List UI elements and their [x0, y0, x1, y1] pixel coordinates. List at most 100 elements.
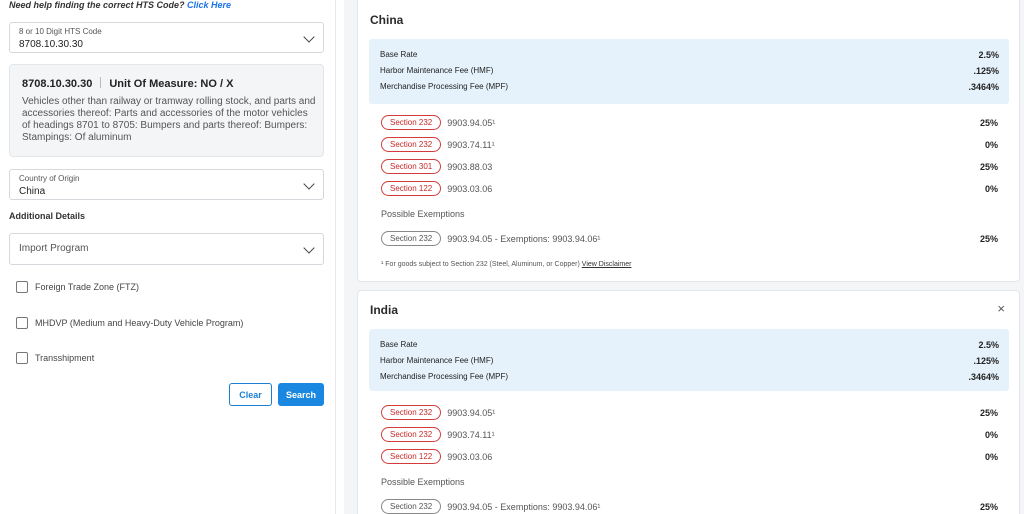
- import-program-placeholder: Import Program: [19, 243, 89, 254]
- mhdvp-checkbox[interactable]: [16, 317, 28, 329]
- results-panel: China Base Rate 2.5% Harbor Maintenance F…: [344, 0, 1024, 514]
- fee-row: Harbor Maintenance Fee (HMF) .125%: [380, 356, 999, 366]
- fee-row: Merchandise Processing Fee (MPF) .3464%: [380, 82, 999, 92]
- fee-name: Base Rate: [380, 340, 418, 349]
- mhdvp-checkbox-row[interactable]: MHDVP (Medium and Heavy-Duty Vehicle Pro…: [16, 317, 243, 329]
- section-badge: Section 232: [381, 405, 442, 420]
- footnote: ¹ For goods subject to Section 232 (Stee…: [381, 261, 631, 268]
- exemption-rate: 25%: [979, 501, 998, 512]
- ftz-checkbox[interactable]: [16, 281, 28, 293]
- close-icon[interactable]: ×: [997, 301, 1005, 316]
- fee-value: .125%: [973, 66, 999, 76]
- transshipment-checkbox-row[interactable]: Transshipment: [16, 352, 94, 364]
- exemption-row: Section 232 9903.94.05 - Exemptions: 990…: [381, 231, 998, 246]
- tariff-rate: 25%: [979, 161, 998, 172]
- view-disclaimer-link[interactable]: View Disclaimer: [582, 261, 632, 268]
- fee-name: Merchandise Processing Fee (MPF): [380, 372, 509, 381]
- tariff-code: 9903.03.06: [447, 183, 493, 194]
- fee-value: .3464%: [968, 372, 999, 382]
- fee-value: 2.5%: [978, 50, 999, 60]
- additional-details-heading: Additional Details: [9, 211, 86, 221]
- exemption-code: 9903.94.05 - Exemptions: 9903.94.06¹: [447, 233, 601, 244]
- fee-value: 2.5%: [978, 340, 999, 350]
- transshipment-label: Transshipment: [35, 353, 95, 363]
- section-badge: Section 232: [381, 137, 442, 152]
- fee-name: Base Rate: [380, 50, 418, 59]
- fee-row: Base Rate 2.5%: [380, 50, 999, 60]
- clear-button[interactable]: Clear: [229, 383, 272, 406]
- tariff-code: 9903.94.05¹: [447, 407, 496, 418]
- section-badge: Section 122: [381, 449, 442, 464]
- transshipment-checkbox[interactable]: [16, 352, 28, 364]
- tariff-code: 9903.88.03: [447, 161, 493, 172]
- hts-code-select[interactable]: 8 or 10 Digit HTS Code 8708.10.30.30: [9, 22, 324, 53]
- help-link[interactable]: Click Here: [187, 0, 231, 10]
- country-value: China: [19, 186, 46, 197]
- exemption-row: Section 232 9903.94.05 - Exemptions: 990…: [381, 499, 998, 514]
- ftz-checkbox-row[interactable]: Foreign Trade Zone (FTZ): [16, 281, 139, 293]
- search-button[interactable]: Search: [278, 383, 324, 406]
- tariff-rate: 25%: [979, 117, 998, 128]
- chevron-down-icon: [303, 178, 315, 190]
- tariff-rate: 0%: [984, 429, 998, 440]
- tariff-rate: 0%: [984, 139, 998, 150]
- exemptions-label: Possible Exemptions: [381, 209, 465, 219]
- fee-name: Merchandise Processing Fee (MPF): [380, 82, 509, 91]
- section-badge: Section 122: [381, 181, 442, 196]
- exemption-code: 9903.94.05 - Exemptions: 9903.94.06¹: [447, 501, 601, 512]
- tariff-row: Section 232 9903.74.11¹ 0%: [381, 137, 998, 152]
- ftz-label: Foreign Trade Zone (FTZ): [35, 282, 140, 292]
- tariff-row: Section 232 9903.94.05¹ 25%: [381, 405, 998, 420]
- country-of-origin-select[interactable]: Country of Origin China: [9, 169, 324, 200]
- section-badge: Section 232: [381, 427, 442, 442]
- tariff-rate: 0%: [984, 451, 998, 462]
- mhdvp-label: MHDVP (Medium and Heavy-Duty Vehicle Pro…: [35, 318, 244, 328]
- fee-value: .3464%: [968, 82, 999, 92]
- tariff-row: Section 232 9903.74.11¹ 0%: [381, 427, 998, 442]
- country-card-china: China Base Rate 2.5% Harbor Maintenance F…: [357, 0, 1020, 282]
- section-badge: Section 232: [381, 231, 442, 246]
- import-program-select[interactable]: Import Program: [9, 233, 324, 265]
- hts-code-label: 8 or 10 Digit HTS Code: [19, 27, 102, 36]
- tariff-row: Section 122 9903.03.06 0%: [381, 181, 998, 196]
- tariff-code: 9903.94.05¹: [447, 117, 496, 128]
- tariff-rate: 0%: [984, 183, 998, 194]
- hts-card-code: 8708.10.30.30: [22, 78, 93, 90]
- divider: [100, 77, 102, 88]
- hts-card-unit: Unit Of Measure: NO / X: [109, 78, 234, 90]
- chevron-down-icon: [303, 242, 315, 254]
- hts-info-card: 8708.10.30.30 Unit Of Measure: NO / X Veh…: [9, 64, 324, 157]
- fee-summary: Base Rate 2.5% Harbor Maintenance Fee (HM…: [369, 39, 1009, 104]
- hts-card-description: Vehicles other than railway or tramway r…: [22, 96, 316, 143]
- search-panel: Need help finding the correct HTS Code? …: [0, 0, 336, 514]
- fee-row: Base Rate 2.5%: [380, 340, 999, 350]
- card-title: China: [370, 13, 404, 27]
- exemption-rate: 25%: [979, 233, 998, 244]
- fee-value: .125%: [973, 356, 999, 366]
- tariff-row: Section 122 9903.03.06 0%: [381, 449, 998, 464]
- country-label: Country of Origin: [19, 174, 80, 183]
- footnote-text: ¹ For goods subject to Section 232 (Stee…: [381, 261, 580, 268]
- fee-row: Harbor Maintenance Fee (HMF) .125%: [380, 66, 999, 76]
- hts-card-header: 8708.10.30.30 Unit Of Measure: NO / X: [22, 77, 233, 90]
- section-badge: Section 232: [381, 115, 442, 130]
- tariff-rate: 25%: [979, 407, 998, 418]
- card-title: India: [370, 303, 399, 317]
- fee-summary: Base Rate 2.5% Harbor Maintenance Fee (HM…: [369, 329, 1009, 391]
- help-label: Need help finding the correct HTS Code?: [9, 0, 185, 10]
- fee-row: Merchandise Processing Fee (MPF) .3464%: [380, 372, 999, 382]
- tariff-row: Section 301 9903.88.03 25%: [381, 159, 998, 174]
- tariff-code: 9903.03.06: [447, 451, 493, 462]
- tariff-code: 9903.74.11¹: [447, 429, 495, 440]
- fee-name: Harbor Maintenance Fee (HMF): [380, 356, 494, 365]
- tariff-code: 9903.74.11¹: [447, 139, 495, 150]
- section-badge: Section 232: [381, 499, 442, 514]
- country-card-india: India × Base Rate 2.5% Harbor Maintenance…: [357, 290, 1020, 514]
- help-text: Need help finding the correct HTS Code? …: [9, 0, 231, 10]
- chevron-down-icon: [303, 31, 315, 43]
- fee-name: Harbor Maintenance Fee (HMF): [380, 66, 494, 75]
- exemptions-label: Possible Exemptions: [381, 477, 465, 487]
- hts-code-value: 8708.10.30.30: [19, 39, 83, 50]
- section-badge: Section 301: [381, 159, 442, 174]
- tariff-row: Section 232 9903.94.05¹ 25%: [381, 115, 998, 130]
